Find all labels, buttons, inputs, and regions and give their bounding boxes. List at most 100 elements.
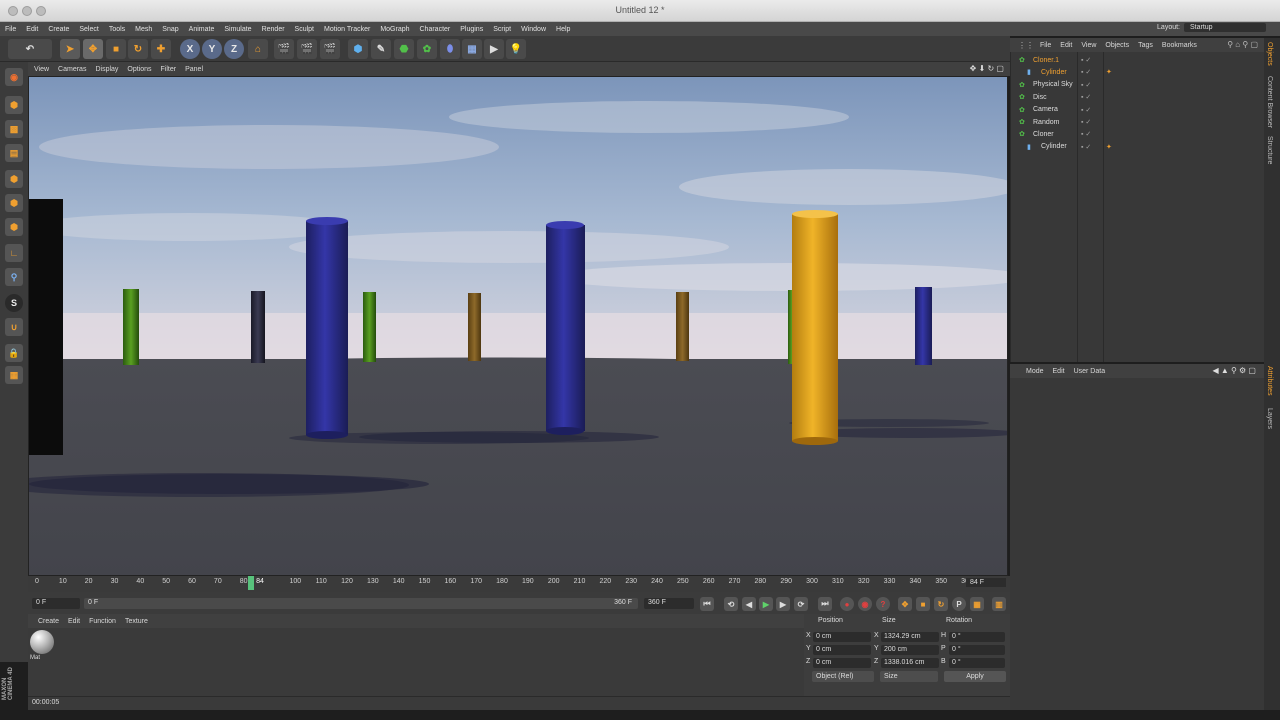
- menu-select[interactable]: Select: [74, 26, 103, 33]
- undo-icon[interactable]: ↶: [8, 39, 52, 59]
- viewport-menu-options[interactable]: Options: [127, 66, 151, 73]
- menu-mograph[interactable]: MoGraph: [375, 26, 414, 33]
- grid-workplane-icon[interactable]: ▦: [5, 366, 23, 384]
- menu-mesh[interactable]: Mesh: [130, 26, 157, 33]
- pos-x-field[interactable]: 0 cm: [813, 632, 871, 642]
- perspective-viewport[interactable]: [28, 76, 1008, 576]
- object-name[interactable]: Cloner.1: [1033, 57, 1059, 64]
- frame-range-slider[interactable]: 0 F 360 F: [84, 598, 638, 609]
- key-rotation-icon[interactable]: ↻: [934, 597, 948, 611]
- menu-snap[interactable]: Snap: [157, 26, 183, 33]
- move-tool-icon[interactable]: ✥: [83, 39, 103, 59]
- cylinder-clone[interactable]: [792, 214, 838, 441]
- cylinder-clone[interactable]: [468, 293, 481, 361]
- key-pla-icon[interactable]: ▦: [970, 597, 984, 611]
- objects-menu-edit[interactable]: Edit: [1060, 42, 1072, 49]
- object-row[interactable]: ▮ Cylinder ▪ ✓ ✦: [1011, 66, 1265, 78]
- rotate-tool-icon[interactable]: ↻: [128, 39, 148, 59]
- attribute-nav-icons[interactable]: ◀ ▲ ⚲ ⚙ ▢: [1212, 366, 1256, 375]
- material-menu-texture[interactable]: Texture: [125, 618, 148, 625]
- rot-h-field[interactable]: 0 °: [949, 632, 1005, 642]
- render-picture-viewer-icon[interactable]: 🎬: [297, 39, 317, 59]
- tab-content-browser[interactable]: Content Browser: [1266, 76, 1273, 128]
- scale-tool-icon[interactable]: ■: [106, 39, 126, 59]
- axis-mode-icon[interactable]: ∟: [5, 244, 23, 262]
- snapping-button[interactable]: S: [5, 294, 23, 312]
- deformer-icon[interactable]: ⬮: [440, 39, 460, 59]
- key-scale-icon[interactable]: ■: [916, 597, 930, 611]
- cube-primitive-icon[interactable]: ⬢: [348, 39, 368, 59]
- cylinder-clone[interactable]: [306, 221, 348, 435]
- workplane-mode-icon[interactable]: ▤: [5, 144, 23, 162]
- coordinate-mode-dropdown[interactable]: Object (Rel): [812, 671, 874, 682]
- cylinder-clone[interactable]: [546, 225, 585, 431]
- spline-pen-icon[interactable]: ✎: [371, 39, 391, 59]
- object-name[interactable]: Random: [1033, 119, 1059, 126]
- make-editable-icon[interactable]: ◉: [5, 68, 23, 86]
- objects-menu-bookmarks[interactable]: Bookmarks: [1162, 42, 1197, 49]
- viewport-menu-cameras[interactable]: Cameras: [58, 66, 86, 73]
- object-name[interactable]: Cloner: [1033, 131, 1054, 138]
- menu-window[interactable]: Window: [516, 26, 551, 33]
- material-item[interactable]: Mat: [30, 630, 56, 661]
- render-settings-icon[interactable]: 🎬: [320, 39, 340, 59]
- viewport-navigation-icons[interactable]: ✥ ⬇ ↻ ▢: [970, 64, 1004, 73]
- pos-z-field[interactable]: 0 cm: [813, 658, 871, 668]
- autokey-icon[interactable]: ◉: [858, 597, 872, 611]
- material-menu-edit[interactable]: Edit: [68, 618, 80, 625]
- attributes-menu-user-data[interactable]: User Data: [1074, 368, 1106, 375]
- objects-menu-tags[interactable]: Tags: [1138, 42, 1153, 49]
- next-key-icon[interactable]: ⟳: [794, 597, 808, 611]
- tab-objects[interactable]: Objects: [1266, 42, 1273, 66]
- visibility-toggle-icon[interactable]: ▪ ✓: [1081, 81, 1091, 89]
- current-frame-field[interactable]: 84 F: [966, 578, 1006, 587]
- apply-button[interactable]: Apply: [944, 671, 1006, 682]
- attributes-menu-edit[interactable]: Edit: [1053, 368, 1065, 375]
- material-menu-function[interactable]: Function: [89, 618, 116, 625]
- cylinder-clone[interactable]: [676, 292, 689, 361]
- size-x-field[interactable]: 1324.29 cm: [881, 632, 939, 642]
- object-name[interactable]: Cylinder: [1041, 69, 1067, 76]
- previous-frame-icon[interactable]: ◀: [742, 597, 756, 611]
- camera-icon[interactable]: ▶: [484, 39, 504, 59]
- menu-edit[interactable]: Edit: [21, 26, 43, 33]
- object-row[interactable]: ✿ Disc ▪ ✓: [1011, 91, 1265, 103]
- menu-tools[interactable]: Tools: [104, 26, 130, 33]
- object-row[interactable]: ✿ Cloner ▪ ✓: [1011, 128, 1265, 140]
- objects-menu-objects[interactable]: Objects: [1105, 42, 1129, 49]
- visibility-toggle-icon[interactable]: ▪ ✓: [1081, 56, 1091, 64]
- light-bulb-icon[interactable]: 💡: [506, 39, 526, 59]
- object-row[interactable]: ✿ Cloner.1 ▪ ✓: [1011, 54, 1265, 66]
- scheme-settings-icon[interactable]: ▥: [992, 597, 1006, 611]
- previous-key-icon[interactable]: ⟲: [724, 597, 738, 611]
- timeline-playhead[interactable]: [248, 576, 254, 590]
- go-to-end-icon[interactable]: ⏭: [818, 597, 832, 611]
- x-axis-lock-button[interactable]: X: [180, 39, 200, 59]
- next-frame-icon[interactable]: ▶: [776, 597, 790, 611]
- material-menu-create[interactable]: Create: [38, 618, 59, 625]
- model-mode-icon[interactable]: ⬢: [5, 96, 23, 114]
- object-tag-icon[interactable]: ✦: [1106, 68, 1112, 76]
- object-name[interactable]: Physical Sky: [1033, 81, 1073, 88]
- menu-file[interactable]: File: [0, 26, 21, 33]
- start-frame-field[interactable]: 0 F: [32, 598, 80, 609]
- timeline-ruler[interactable]: 0 10 20 30 40 50 60 70 80 100 110 120 130 140 150 160 17…: [28, 576, 1010, 592]
- cylinder-clone[interactable]: [251, 291, 265, 363]
- select-cursor-icon[interactable]: ➤: [60, 39, 80, 59]
- menu-plugins[interactable]: Plugins: [455, 26, 488, 33]
- layout-dropdown[interactable]: Startup: [1184, 23, 1266, 32]
- menu-sculpt[interactable]: Sculpt: [290, 26, 319, 33]
- objects-menu-view[interactable]: View: [1081, 42, 1096, 49]
- cylinder-clone[interactable]: [915, 287, 932, 365]
- menu-help[interactable]: Help: [551, 26, 575, 33]
- floor-scene-icon[interactable]: ▦: [462, 39, 482, 59]
- visibility-toggle-icon[interactable]: ▪ ✓: [1081, 143, 1091, 151]
- z-axis-lock-button[interactable]: Z: [224, 39, 244, 59]
- viewport-menu-display[interactable]: Display: [95, 66, 118, 73]
- end-frame-field[interactable]: 360 F: [644, 598, 694, 609]
- object-row[interactable]: ✿ Camera ▪ ✓: [1011, 104, 1265, 116]
- menu-create[interactable]: Create: [43, 26, 74, 33]
- viewport-menu-panel[interactable]: Panel: [185, 66, 203, 73]
- magnet-icon[interactable]: ∪: [5, 318, 23, 336]
- size-mode-dropdown[interactable]: Size: [880, 671, 938, 682]
